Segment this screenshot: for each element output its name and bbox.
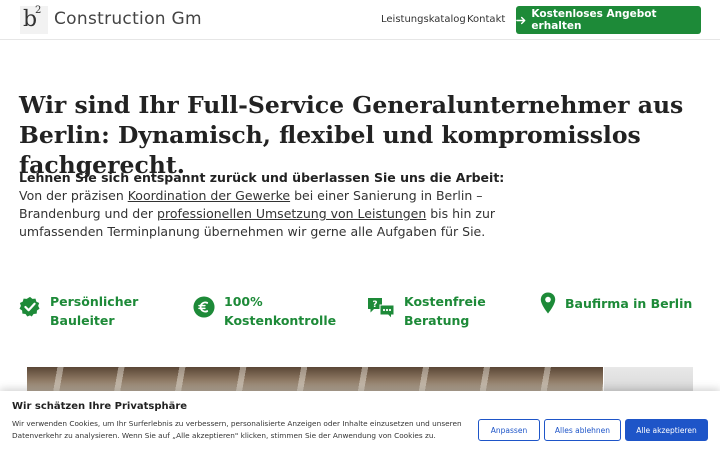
feature-label-line2: Bauleiter <box>50 313 115 328</box>
feature-label-line1: Kostenfreie <box>404 294 486 309</box>
intro-text-1: Von der präzisen <box>19 188 128 203</box>
brand-name[interactable]: Construction Gm <box>54 9 202 29</box>
intro-paragraph: Von der präzisen Koordination der Gewerk… <box>19 187 519 241</box>
feature-kostenkontrolle: 100% Kostenkontrolle <box>193 292 336 330</box>
page-title: Wir sind Ihr Full-Service Generalunterne… <box>19 91 684 179</box>
cookie-title: Wir schätzen Ihre Privatsphäre <box>12 401 188 412</box>
cookie-reject-button[interactable]: Alles ablehnen <box>544 419 621 441</box>
map-pin-icon <box>540 292 556 314</box>
free-quote-label: Kostenloses Angebot erhalten <box>531 8 657 32</box>
feature-label-line1: Baufirma in Berlin <box>565 296 693 311</box>
free-quote-button[interactable]: Kostenloses Angebot erhalten <box>516 6 701 34</box>
feature-baufirma: Baufirma in Berlin <box>540 292 692 314</box>
feature-label: Kostenfreie Beratung <box>404 292 486 330</box>
feature-label-line1: 100% <box>224 294 263 309</box>
feature-label-line1: Persönlicher <box>50 294 139 309</box>
link-umsetzung-leistungen[interactable]: professionellen Umsetzung von Leistungen <box>157 206 426 221</box>
cookie-customize-button[interactable]: Anpassen <box>478 419 540 441</box>
cookie-text: Wir verwenden Cookies, um Ihr Surferlebn… <box>12 419 462 440</box>
chat-question-icon: ? <box>368 298 395 320</box>
euro-icon <box>193 296 215 318</box>
badge-check-icon <box>19 296 40 317</box>
feature-label-line2: Beratung <box>404 313 470 328</box>
cookie-banner: Wir schätzen Ihre Privatsphäre Wir verwe… <box>0 391 720 450</box>
site-header: b 2 Construction Gm Leistungskatalog Kon… <box>0 0 720 40</box>
logo-superscript: 2 <box>35 5 42 16</box>
arrow-right-icon <box>516 16 526 24</box>
feature-bauleiter: Persönlicher Bauleiter <box>19 292 138 330</box>
feature-label: Persönlicher Bauleiter <box>50 292 138 330</box>
feature-label: 100% Kostenkontrolle <box>224 292 336 330</box>
link-koordination-gewerke[interactable]: Koordination der Gewerke <box>128 188 290 203</box>
nav-link-kontakt[interactable]: Kontakt <box>467 14 505 25</box>
feature-beratung: ? Kostenfreie Beratung <box>367 292 486 330</box>
feature-label-line2: Kostenkontrolle <box>224 313 337 328</box>
cookie-accept-button[interactable]: Alle akzeptieren <box>625 419 708 441</box>
nav-link-leistungskatalog[interactable]: Leistungskatalog <box>381 14 466 25</box>
svg-text:?: ? <box>372 300 377 310</box>
site-logo[interactable]: b 2 <box>20 5 48 34</box>
feature-label: Baufirma in Berlin <box>565 294 692 313</box>
intro-heading: Lehnen Sie sich entspannt zurück und übe… <box>19 170 505 185</box>
